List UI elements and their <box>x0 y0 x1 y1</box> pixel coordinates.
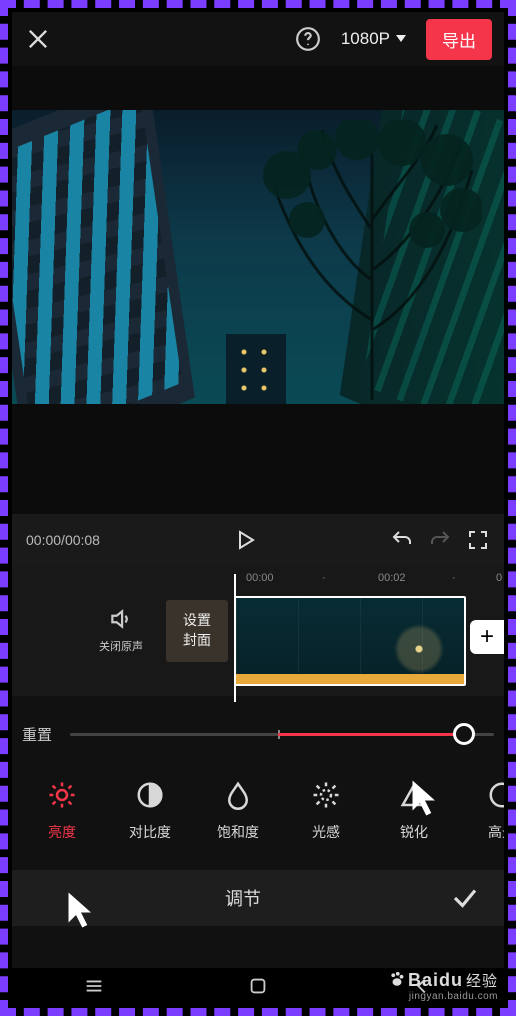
top-bar: 1080P 导出 <box>12 12 504 66</box>
time-ruler: 00:00 · 00:02 · 0 <box>12 570 504 592</box>
adjust-tools: 亮度 对比度 饱和度 光感 锐化 <box>12 780 504 842</box>
playback-controls: 00:00/00:08 <box>12 514 504 566</box>
add-clip-button[interactable]: + <box>470 620 504 654</box>
speaker-icon <box>108 606 134 632</box>
timeline[interactable]: 00:00 · 00:02 · 0 关闭原声 设置封面 + <box>12 566 504 696</box>
playhead[interactable] <box>234 574 236 702</box>
video-preview[interactable] <box>12 110 504 404</box>
help-icon[interactable] <box>295 26 321 52</box>
undo-icon[interactable] <box>390 528 414 552</box>
panel-footer: 调节 <box>12 870 504 926</box>
chevron-down-icon <box>396 35 406 43</box>
preview-area <box>12 66 504 514</box>
nav-recent-icon[interactable] <box>83 975 105 997</box>
tool-sharpen[interactable]: 锐化 <box>370 780 458 842</box>
export-button[interactable]: 导出 <box>426 19 492 60</box>
time-display: 00:00/00:08 <box>26 532 100 548</box>
tool-brightness[interactable]: 亮度 <box>18 780 106 842</box>
panel-title: 调节 <box>36 885 450 911</box>
light-icon <box>311 780 341 810</box>
mute-label: 关闭原声 <box>99 638 143 654</box>
tool-highlight[interactable]: 高光 <box>458 780 504 842</box>
nav-home-icon[interactable] <box>247 975 269 997</box>
tool-contrast[interactable]: 对比度 <box>106 780 194 842</box>
mute-original-audio[interactable]: 关闭原声 <box>86 606 156 654</box>
fullscreen-icon[interactable] <box>466 528 490 552</box>
video-clip[interactable] <box>234 596 466 686</box>
nav-back-icon[interactable] <box>411 975 433 997</box>
reset-button[interactable]: 重置 <box>22 724 52 745</box>
tool-light[interactable]: 光感 <box>282 780 370 842</box>
confirm-icon[interactable] <box>450 883 480 913</box>
resolution-label: 1080P <box>341 29 390 49</box>
set-cover-button[interactable]: 设置封面 <box>166 600 228 662</box>
tool-saturation[interactable]: 饱和度 <box>194 780 282 842</box>
circle-icon <box>487 780 504 810</box>
slider-thumb[interactable] <box>453 723 475 745</box>
contrast-icon <box>135 780 165 810</box>
close-icon[interactable] <box>24 25 52 53</box>
triangle-icon <box>399 780 429 810</box>
droplet-icon <box>223 780 253 810</box>
redo-icon[interactable] <box>428 528 452 552</box>
audio-track <box>236 674 464 684</box>
sun-icon <box>47 780 77 810</box>
adjust-slider-row: 重置 <box>12 722 504 746</box>
play-icon[interactable] <box>233 528 257 552</box>
adjust-slider[interactable] <box>70 722 494 746</box>
resolution-select[interactable]: 1080P <box>331 23 416 55</box>
android-nav <box>12 968 504 1004</box>
